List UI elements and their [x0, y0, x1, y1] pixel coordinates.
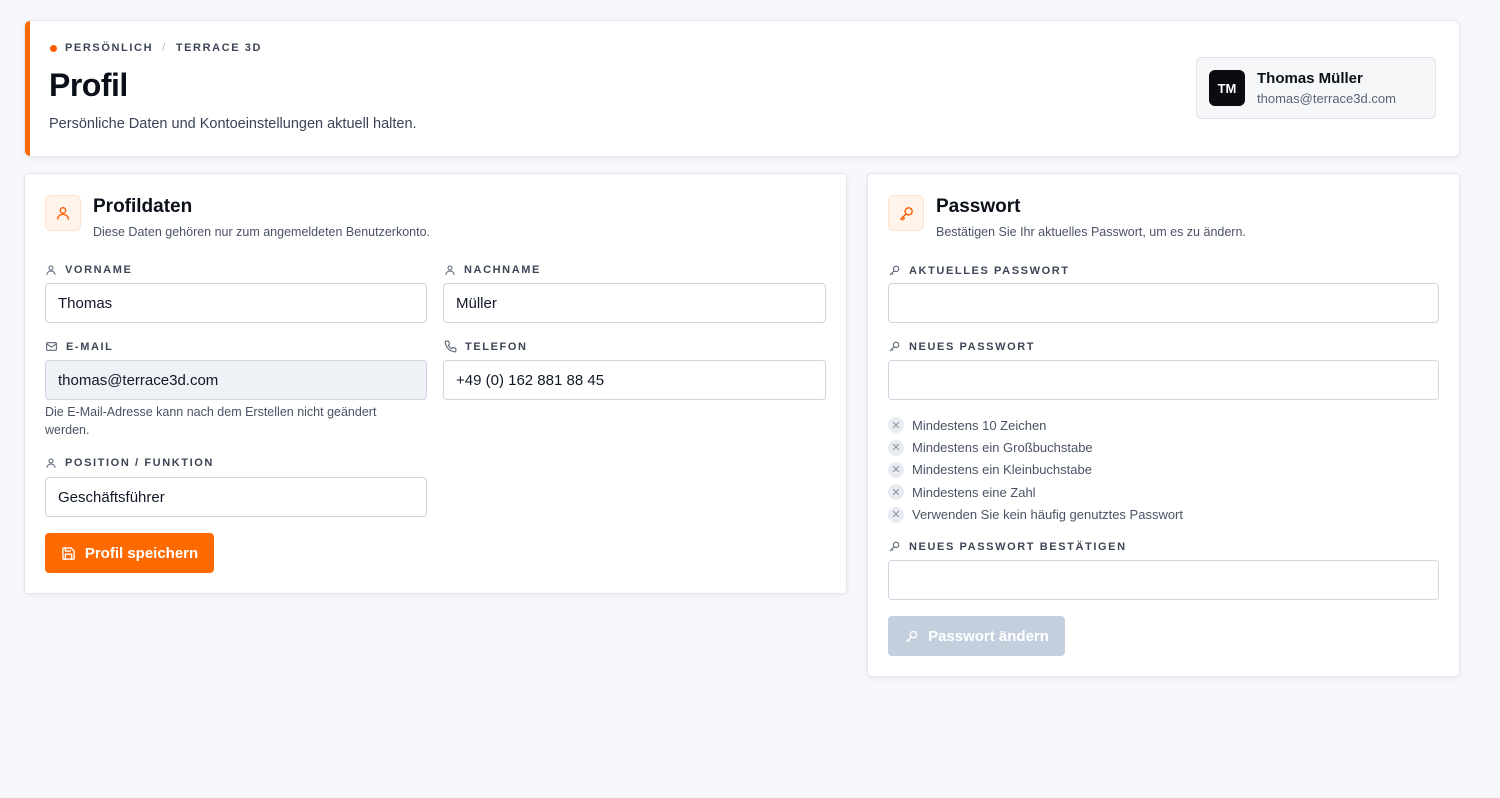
new-password-field[interactable]: [888, 360, 1439, 400]
new-password-label: NEUES PASSWORT: [888, 340, 1035, 353]
confirm-password-label-text: NEUES PASSWORT BESTÄTIGEN: [909, 540, 1127, 553]
list-item: ✕ Mindestens ein Großbuchstabe: [888, 436, 1183, 458]
password-card-description: Bestätigen Sie Ihr aktuelles Passwort, u…: [936, 225, 1246, 239]
user-name: Thomas Müller: [1257, 70, 1363, 87]
password-card: Passwort Bestätigen Sie Ihr aktuelles Pa…: [867, 173, 1460, 677]
header-accent-bar: [25, 21, 30, 156]
close-icon: ✕: [888, 439, 904, 456]
close-icon: ✕: [888, 417, 904, 434]
rule-text: Mindestens eine Zahl: [912, 484, 1036, 500]
current-password-label-text: AKTUELLES PASSWORT: [909, 264, 1070, 277]
user-icon: [445, 265, 455, 275]
key-icon: [888, 195, 924, 231]
save-icon: [62, 546, 75, 560]
list-item: ✕ Verwenden Sie kein häufig genutztes Pas…: [888, 504, 1183, 526]
profile-card-title: Profildaten: [93, 196, 193, 217]
user-chip[interactable]: TM Thomas Müller thomas@terrace3d.com: [1196, 57, 1436, 119]
email-label: E-MAIL: [45, 340, 113, 353]
current-password-label: AKTUELLES PASSWORT: [888, 264, 1070, 277]
phone-field[interactable]: [443, 360, 826, 400]
user-email: thomas@terrace3d.com: [1257, 91, 1396, 106]
key-icon: [889, 265, 900, 276]
user-icon: [46, 458, 56, 468]
close-icon: ✕: [888, 461, 904, 478]
confirm-password-field[interactable]: [888, 560, 1439, 600]
key-icon: [905, 630, 918, 642]
profile-card: Profildaten Diese Daten gehören nur zum …: [24, 173, 847, 594]
list-item: ✕ Mindestens eine Zahl: [888, 481, 1183, 503]
firstname-field[interactable]: [45, 283, 427, 323]
page-subtitle: Persönliche Daten und Kontoeinstellungen…: [49, 116, 417, 132]
position-label: POSITION / FUNKTION: [45, 457, 214, 469]
change-password-label: Passwort ändern: [928, 627, 1049, 645]
email-label-text: E-MAIL: [66, 340, 114, 353]
avatar: TM: [1209, 70, 1245, 106]
firstname-label: VORNAME: [45, 264, 132, 276]
list-item: ✕ Mindestens ein Kleinbuchstabe: [888, 459, 1183, 481]
user-icon: [46, 265, 56, 275]
breadcrumb-separator: /: [162, 42, 167, 54]
close-icon: ✕: [888, 506, 904, 523]
rule-text: Mindestens ein Großbuchstabe: [912, 440, 1093, 456]
position-field[interactable]: [45, 477, 427, 517]
new-password-label-text: NEUES PASSWORT: [909, 340, 1036, 353]
rule-text: Mindestens ein Kleinbuchstabe: [912, 462, 1092, 478]
breadcrumb-item-persoenlich[interactable]: PERSÖNLICH: [65, 42, 153, 54]
lastname-label-text: NACHNAME: [464, 264, 541, 276]
page-title: Profil: [49, 67, 128, 103]
phone-label: TELEFON: [444, 340, 528, 353]
breadcrumb-item-terrace[interactable]: TERRACE 3D: [176, 42, 262, 54]
profile-card-description: Diese Daten gehören nur zum angemeldeten…: [93, 225, 431, 239]
user-icon: [45, 195, 81, 231]
close-icon: ✕: [888, 484, 904, 501]
breadcrumb: PERSÖNLICH / TERRACE 3D: [50, 42, 262, 54]
save-profile-button[interactable]: Profil speichern: [45, 533, 214, 573]
position-label-text: POSITION / FUNKTION: [65, 457, 214, 469]
key-icon: [889, 541, 900, 552]
status-dot-icon: [50, 44, 57, 52]
password-rules-list: ✕ Mindestens 10 Zeichen ✕ Mindestens ein G…: [888, 414, 1183, 526]
mail-icon: [46, 342, 57, 351]
phone-icon: [444, 340, 457, 353]
lastname-field[interactable]: [443, 283, 826, 323]
firstname-label-text: VORNAME: [65, 264, 133, 276]
lastname-label: NACHNAME: [444, 264, 541, 276]
key-icon: [889, 341, 900, 352]
password-card-title: Passwort: [936, 196, 1021, 217]
email-field: [45, 360, 427, 400]
current-password-field[interactable]: [888, 283, 1439, 323]
list-item: ✕ Mindestens 10 Zeichen: [888, 414, 1183, 436]
phone-label-text: TELEFON: [465, 340, 528, 353]
page-header-card: PERSÖNLICH / TERRACE 3D Profil Persönlic…: [24, 20, 1460, 157]
save-profile-label: Profil speichern: [84, 544, 199, 562]
confirm-password-label: NEUES PASSWORT BESTÄTIGEN: [888, 540, 1127, 553]
rule-text: Mindestens 10 Zeichen: [912, 417, 1047, 433]
email-hint: Die E-Mail-Adresse kann nach dem Erstell…: [45, 405, 377, 437]
change-password-button[interactable]: Passwort ändern: [888, 616, 1065, 656]
rule-text: Verwenden Sie kein häufig genutztes Pass…: [912, 507, 1184, 523]
